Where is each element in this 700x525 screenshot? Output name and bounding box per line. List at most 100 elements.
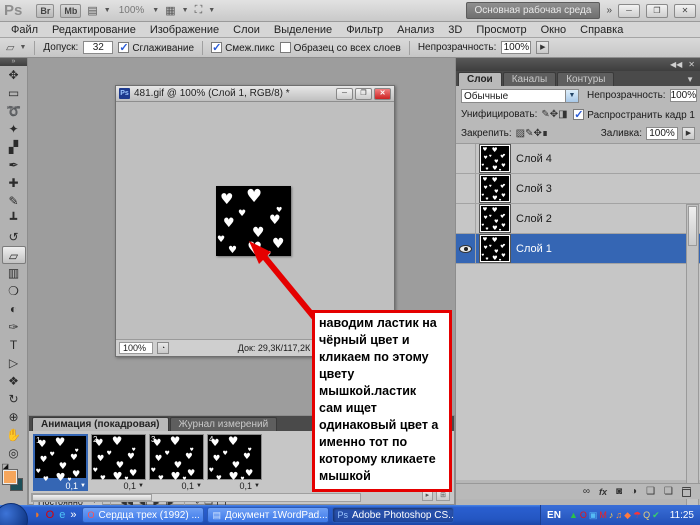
menu-слои[interactable]: Слои <box>226 23 267 37</box>
frame-thumbnail[interactable]: 3 ♥ ♥ ♥ ♥ ♥ ♥ ♥ ♥ ♥ ♥ ♥ ♥ <box>149 434 204 483</box>
animation-frame[interactable]: 4 ♥ ♥ ♥ ♥ ♥ ♥ ♥ ♥ ♥ ♥ ♥ ♥ 0,1 ▼ <box>207 434 262 491</box>
m-agent-icon[interactable]: M <box>599 510 607 520</box>
visibility-toggle[interactable] <box>456 173 476 204</box>
opera-tray-icon[interactable]: O <box>580 510 587 520</box>
crop-tool[interactable]: ▞ <box>2 138 26 156</box>
search-icon[interactable]: Q <box>643 510 650 520</box>
blend-mode-select[interactable]: Обычные ▼ <box>461 88 579 103</box>
visibility-toggle[interactable] <box>456 203 476 234</box>
layer-thumbnail[interactable]: ♥ ♥ ♥ ♥ ♥ ♥ ♥ ♥ ♥ ♥ ♥ ♥ <box>479 204 511 233</box>
layer-row[interactable]: ♥ ♥ ♥ ♥ ♥ ♥ ♥ ♥ ♥ ♥ ♥ ♥ Слой 3 <box>456 173 700 204</box>
clone-stamp-tool[interactable]: ┻ <box>2 210 26 228</box>
image-hearts-canvas[interactable]: ♥ ♥ ♥ ♥ ♥ ♥ ♥ ♥ ♥ ♥ ♥ ♥ <box>216 186 291 258</box>
unify-icon-1[interactable]: ✥ <box>550 109 558 120</box>
zoom-tool[interactable]: ◎ <box>2 444 26 462</box>
delete-layer-icon[interactable] <box>682 486 691 497</box>
mixer-icon[interactable]: ♫ <box>615 510 622 520</box>
history-brush-tool[interactable]: ↺ <box>2 228 26 246</box>
menu-просмотр[interactable]: Просмотр <box>469 23 533 37</box>
panel-menu-icon[interactable]: ▼ <box>680 73 700 86</box>
layers-opacity-input[interactable]: 100% <box>669 89 698 102</box>
animation-frame[interactable]: 2 ♥ ♥ ♥ ♥ ♥ ♥ ♥ ♥ ♥ ♥ ♥ ♥ 0,1 ▼ <box>91 434 146 491</box>
lock-icon-3[interactable]: ∎ <box>542 128 548 139</box>
start-button[interactable] <box>0 503 28 525</box>
frame-thumbnail[interactable]: 4 ♥ ♥ ♥ ♥ ♥ ♥ ♥ ♥ ♥ ♥ ♥ ♥ <box>207 434 262 483</box>
frame-thumbnail[interactable]: 1 ♥ ♥ ♥ ♥ ♥ ♥ ♥ ♥ ♥ ♥ ♥ ♥ <box>33 434 88 484</box>
menu-выделение[interactable]: Выделение <box>267 23 339 37</box>
taskbar-button[interactable]: Ps Adobe Photoshop CS... <box>332 507 455 523</box>
hand-tool[interactable]: ✋ <box>2 426 26 444</box>
menu-справка[interactable]: Справка <box>573 23 630 37</box>
quick-selection-tool[interactable]: ✦ <box>2 120 26 138</box>
fill-input[interactable]: 100% <box>646 127 678 140</box>
move-tool[interactable]: ✥ <box>2 66 26 84</box>
doc-close-button[interactable]: ✕ <box>374 87 391 100</box>
menu-изображение[interactable]: Изображение <box>143 23 226 37</box>
menu-фильтр[interactable]: Фильтр <box>339 23 390 37</box>
new-layer-icon[interactable]: ❏ <box>664 486 673 497</box>
layer-mask-icon[interactable]: ◙ <box>616 486 622 497</box>
close-button[interactable]: ✕ <box>674 3 696 18</box>
layer-row[interactable]: ♥ ♥ ♥ ♥ ♥ ♥ ♥ ♥ ♥ ♥ ♥ ♥ Слой 1 <box>456 233 700 264</box>
unify-icon-2[interactable]: ◨ <box>558 109 567 120</box>
restore-button[interactable]: ❐ <box>646 3 668 18</box>
marquee-tool[interactable]: ▭ <box>2 84 26 102</box>
bridge-button[interactable]: Br <box>36 3 55 18</box>
display-icon[interactable]: ▣ <box>589 510 598 520</box>
minimize-button[interactable]: ─ <box>618 3 640 18</box>
contiguous-checkbox[interactable] <box>211 41 223 54</box>
update-icon[interactable]: ◆ <box>624 510 631 520</box>
eyedropper-tool[interactable]: ✒ <box>2 156 26 174</box>
opera-icon[interactable]: O <box>46 509 55 521</box>
workspace-switcher-button[interactable]: Основная рабочая среда <box>465 2 601 19</box>
safe-icon[interactable]: ✔ <box>652 510 660 520</box>
pen-tool[interactable]: ✑ <box>2 318 26 336</box>
dodge-tool[interactable]: ◐ <box>2 300 26 318</box>
lock-icon-1[interactable]: ✎ <box>525 128 533 139</box>
adjustment-layer-icon[interactable]: ◑ <box>631 486 637 497</box>
gradient-tool[interactable]: ▥ <box>2 264 26 282</box>
rotate-3d-tool[interactable]: ↻ <box>2 390 26 408</box>
taskbar-clock[interactable]: 11:25 <box>670 510 694 521</box>
taskbar-button[interactable]: ▤ Документ 1WordPad... <box>207 507 330 523</box>
opacity-slider-icon[interactable]: ▶ <box>536 41 550 54</box>
visibility-toggle[interactable] <box>456 143 476 174</box>
type-tool[interactable]: T <box>2 336 26 354</box>
tab-animation[interactable]: Журнал измерений <box>169 417 278 431</box>
zoom-dropdown-icon[interactable]: ▼ <box>152 7 159 14</box>
eraser-tool[interactable]: ▱ <box>1 246 26 264</box>
lasso-tool[interactable]: ➰ <box>2 102 26 120</box>
animation-frame[interactable]: 1 ♥ ♥ ♥ ♥ ♥ ♥ ♥ ♥ ♥ ♥ ♥ ♥ 0,1 ▼ <box>33 434 88 491</box>
more-icon[interactable]: » <box>70 509 76 521</box>
sample-all-layers-checkbox[interactable] <box>279 41 291 53</box>
arrange-documents-icon[interactable]: ▦ <box>165 4 175 17</box>
tab-контуры[interactable]: Контуры <box>557 72 615 86</box>
dock-close-icon[interactable]: ✕ <box>688 60 695 69</box>
minibridge-button[interactable]: Mb <box>60 3 82 18</box>
doc-minimize-button[interactable]: ─ <box>336 87 353 100</box>
workspace-more-icon[interactable]: » <box>606 5 612 16</box>
doc-restore-button[interactable]: ❐ <box>355 87 372 100</box>
tab-animation[interactable]: Анимация (покадровая) <box>32 417 169 431</box>
view-extras-dropdown-icon[interactable]: ▼ <box>104 7 111 14</box>
lock-icon-2[interactable]: ✥ <box>534 128 542 139</box>
blur-tool[interactable]: ❍ <box>2 282 26 300</box>
tab-каналы[interactable]: Каналы <box>502 72 557 86</box>
fill-slider-icon[interactable]: ▶ <box>682 127 695 140</box>
unify-icon-0[interactable]: ✎ <box>541 109 549 120</box>
tool-preset-dropdown-icon[interactable]: ▼ <box>19 44 26 51</box>
toolbox-grip[interactable]: » <box>0 58 27 66</box>
language-indicator[interactable]: EN <box>547 510 561 521</box>
frame-thumbnail[interactable]: 2 ♥ ♥ ♥ ♥ ♥ ♥ ♥ ♥ ♥ ♥ ♥ ♥ <box>91 434 146 483</box>
animation-scrollbar[interactable] <box>31 493 361 502</box>
layer-thumbnail[interactable]: ♥ ♥ ♥ ♥ ♥ ♥ ♥ ♥ ♥ ♥ ♥ ♥ <box>479 174 511 203</box>
opacity-input[interactable]: 100% <box>501 41 532 54</box>
tab-слои[interactable]: Слои <box>458 72 502 86</box>
view-extras-icon[interactable]: ▤ <box>87 4 97 17</box>
tool-preset-icon[interactable]: ▱ <box>6 41 14 54</box>
screen-mode-dropdown-icon[interactable]: ▼ <box>208 7 215 14</box>
healing-brush-tool[interactable]: ✚ <box>2 174 26 192</box>
path-select-tool[interactable]: ▷ <box>2 354 26 372</box>
new-group-icon[interactable]: ❑ <box>646 486 655 497</box>
shape-tool[interactable]: ❖ <box>2 372 26 390</box>
